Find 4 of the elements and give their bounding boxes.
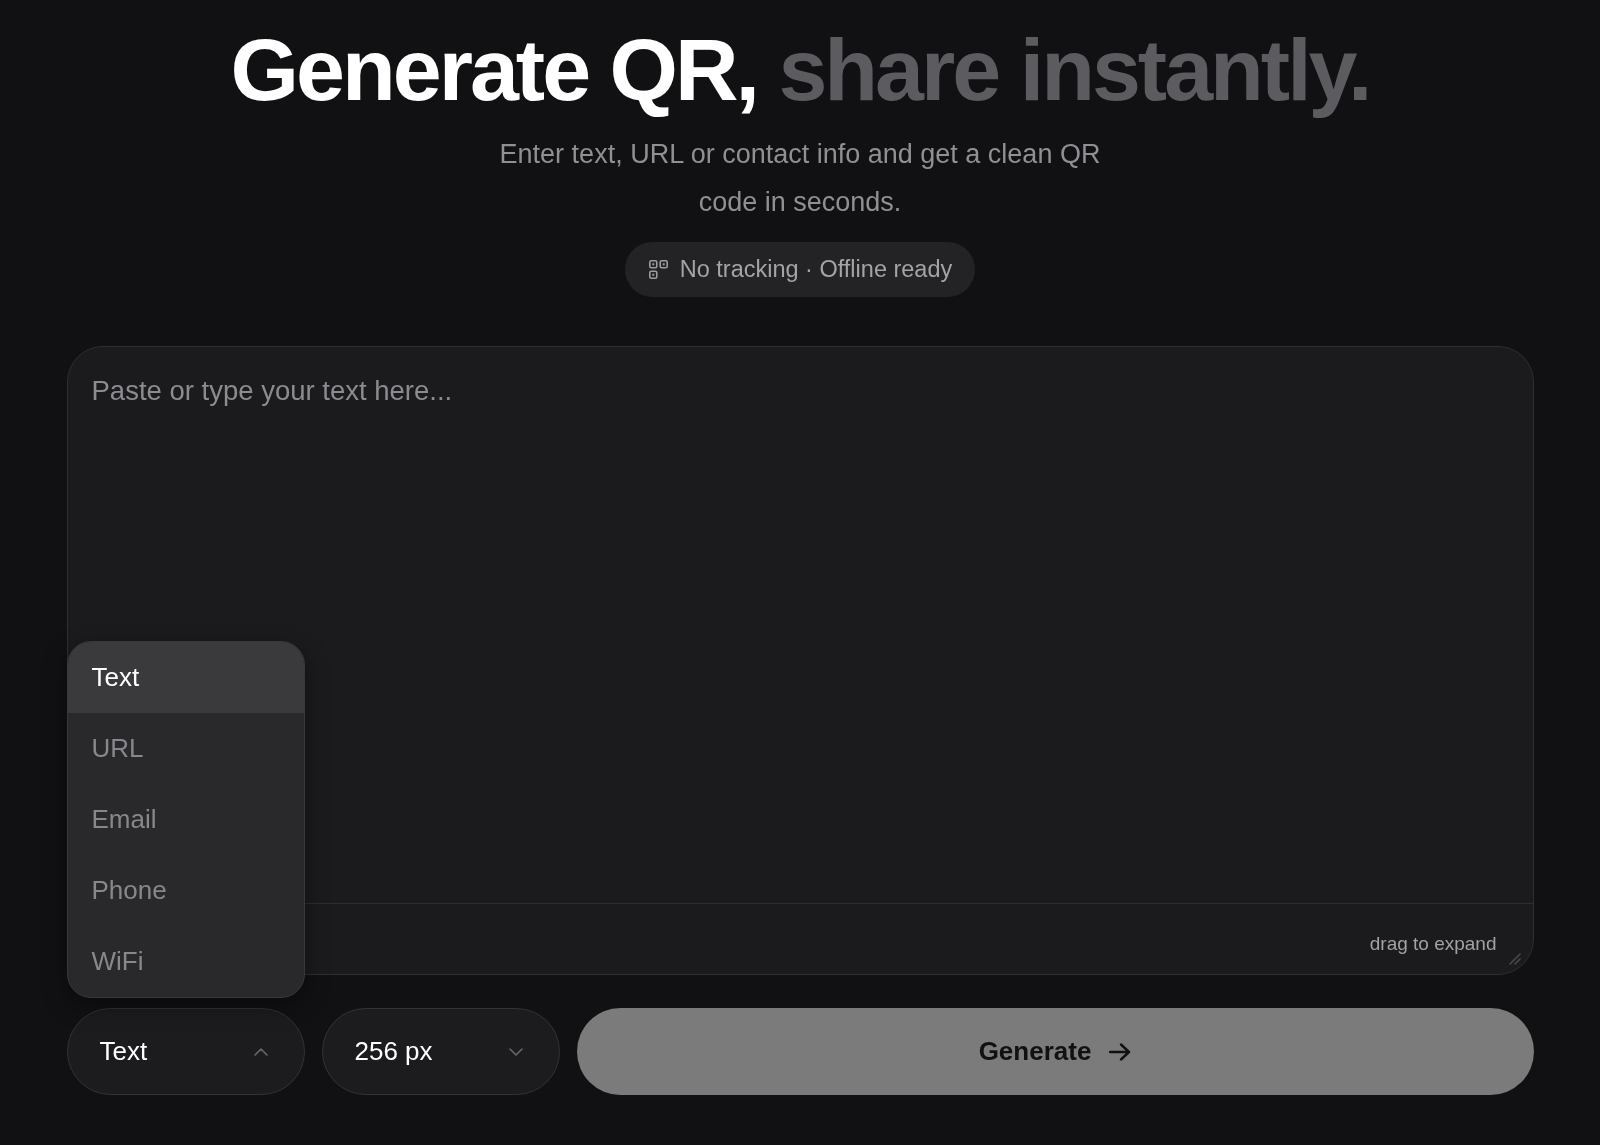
resize-hint: drag to expand xyxy=(1369,933,1497,955)
hero-title: Generate QR, share instantly. xyxy=(230,20,1370,120)
hero-subtitle: Enter text, URL or contact info and get a clean QR code in seconds. xyxy=(498,138,1102,219)
badge-text: No tracking · Offline ready xyxy=(679,256,953,283)
